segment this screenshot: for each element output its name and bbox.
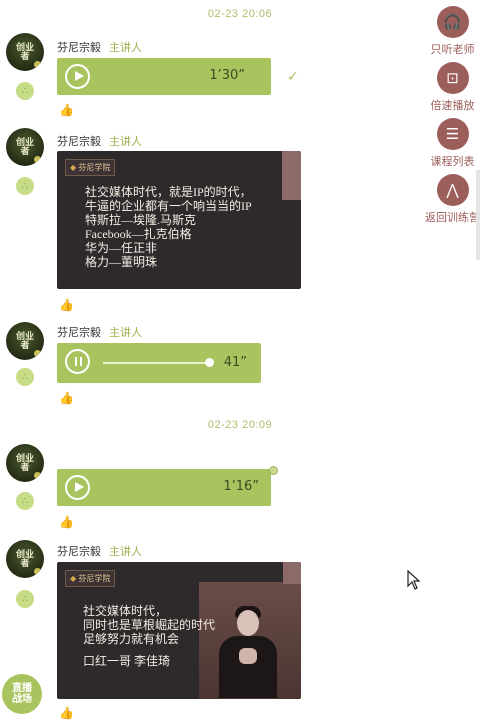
avatar-dot-icon: ∴ <box>16 82 34 100</box>
image-message[interactable]: 芬尼学院 社交媒体时代，就是IP的时代， 牛逼的企业都有一个响当当的IP 特斯拉… <box>57 151 301 289</box>
speaker-name-text: 芬尼宗毅 <box>57 327 101 339</box>
menu-label: 只听老师 <box>430 44 475 56</box>
speed-icon: ⊡ <box>436 62 469 94</box>
avatar-dot-icon: ∴ <box>16 368 34 386</box>
pause-icon[interactable] <box>65 349 90 374</box>
speaker-role: 主讲人 <box>109 327 142 339</box>
speaker-role: 主讲人 <box>109 42 142 54</box>
voice-duration: 41” <box>223 355 247 370</box>
speaker-name: 芬尼宗毅 主讲人 <box>57 39 142 55</box>
menu-label: 返回训练营 <box>425 212 480 224</box>
list-icon: ☰ <box>436 118 469 150</box>
avatar-dot-icon: ∴ <box>16 492 34 510</box>
card-badge: 芬尼学院 <box>65 570 116 587</box>
avatar[interactable]: 创业 者 <box>6 33 44 71</box>
play-icon[interactable] <box>65 475 90 500</box>
avatar[interactable]: 创业 者 <box>6 128 44 166</box>
avatar[interactable]: 创业 者 <box>6 540 44 578</box>
like-icon[interactable]: 👍 <box>59 298 74 312</box>
unread-dot-icon <box>269 466 278 475</box>
card-line: 口红一哥 李佳琦 <box>83 654 171 668</box>
menu-playback-speed[interactable]: ⊡ 倍速播放 <box>425 62 480 113</box>
card-line: 社交媒体时代， <box>83 604 168 618</box>
timestamp: 02-23 20:06 <box>207 8 273 20</box>
card-line: 华为—任正非 <box>85 241 158 255</box>
check-icon: ✓ <box>287 68 299 84</box>
speaker-name-text: 芬尼宗毅 <box>57 546 101 558</box>
menu-back-to-camp[interactable]: ⋀ 返回训练营 <box>425 174 480 225</box>
like-icon[interactable]: 👍 <box>59 515 74 529</box>
avatar-dot-icon: ∴ <box>16 177 34 195</box>
card-line: 牛逼的企业都有一个响当当的IP <box>85 199 252 213</box>
portrait-hand <box>239 648 257 664</box>
portrait-body <box>219 636 277 698</box>
scrollbar[interactable] <box>476 170 480 260</box>
speaker-role: 主讲人 <box>109 546 142 558</box>
image-message[interactable]: 芬尼学院 社交媒体时代， 同时也是草根崛起的时代 足够努力就有机会 口红一哥 李… <box>57 562 301 699</box>
headphones-icon: 🎧 <box>436 6 469 38</box>
card-line: 特斯拉—埃隆.马斯克 <box>85 213 197 227</box>
avatar-text: 创业 者 <box>15 331 34 350</box>
menu-label: 倍速播放 <box>430 100 475 112</box>
card-accent <box>282 151 301 200</box>
menu-label: 课程列表 <box>430 156 475 168</box>
speaker-name-text: 芬尼宗毅 <box>57 136 101 148</box>
card-line: 格力—董明珠 <box>85 255 158 269</box>
card-line: Facebook—扎克伯格 <box>85 227 192 241</box>
card-badge: 芬尼学院 <box>65 159 116 176</box>
card-line <box>83 646 215 654</box>
avatar-dot-icon: ∴ <box>16 590 34 608</box>
speaker-name: 芬尼宗毅 主讲人 <box>57 324 142 340</box>
avatar-text: 创业 者 <box>15 453 34 472</box>
speaker-name-text: 芬尼宗毅 <box>57 42 101 54</box>
live-broadcast-button[interactable]: 直播 战场 <box>2 674 42 714</box>
menu-listen-teacher[interactable]: 🎧 只听老师 <box>425 6 480 57</box>
voice-message[interactable]: 1’16” <box>57 469 271 506</box>
portrait-head <box>237 610 259 636</box>
voice-message[interactable]: 41” <box>57 343 261 383</box>
play-icon[interactable] <box>65 64 90 89</box>
voice-duration: 1’16” <box>223 479 259 494</box>
speaker-name: 芬尼宗毅 主讲人 <box>57 543 142 559</box>
card-text: 社交媒体时代，就是IP的时代， 牛逼的企业都有一个响当当的IP 特斯拉—埃隆.马… <box>85 185 252 269</box>
card-line: 社交媒体时代，就是IP的时代， <box>85 185 252 199</box>
like-icon[interactable]: 👍 <box>59 706 74 720</box>
voice-progress-track[interactable] <box>103 362 209 364</box>
avatar-text: 创业 者 <box>15 42 34 61</box>
card-line: 同时也是草根崛起的时代 <box>83 618 216 632</box>
timestamp: 02-23 20:09 <box>207 419 273 431</box>
avatar-text: 创业 者 <box>15 137 34 156</box>
camp-icon: ⋀ <box>436 174 469 206</box>
avatar-text: 创业 者 <box>15 549 34 568</box>
like-icon[interactable]: 👍 <box>59 103 74 117</box>
live-broadcast-label: 直播 战场 <box>12 683 32 705</box>
voice-progress-knob[interactable] <box>205 358 214 367</box>
voice-message[interactable]: 1’30” <box>57 58 271 95</box>
avatar[interactable]: 创业 者 <box>6 444 44 482</box>
speaker-role: 主讲人 <box>109 136 142 148</box>
menu-course-list[interactable]: ☰ 课程列表 <box>425 118 480 169</box>
avatar[interactable]: 创业 者 <box>6 322 44 360</box>
like-icon[interactable]: 👍 <box>59 391 74 405</box>
speaker-name: 芬尼宗毅 主讲人 <box>57 133 142 149</box>
card-line: 足够努力就有机会 <box>83 632 180 646</box>
card-text: 社交媒体时代， 同时也是草根崛起的时代 足够努力就有机会 口红一哥 李佳琦 <box>83 604 215 668</box>
card-accent <box>283 562 301 584</box>
voice-duration: 1’30” <box>209 68 245 83</box>
